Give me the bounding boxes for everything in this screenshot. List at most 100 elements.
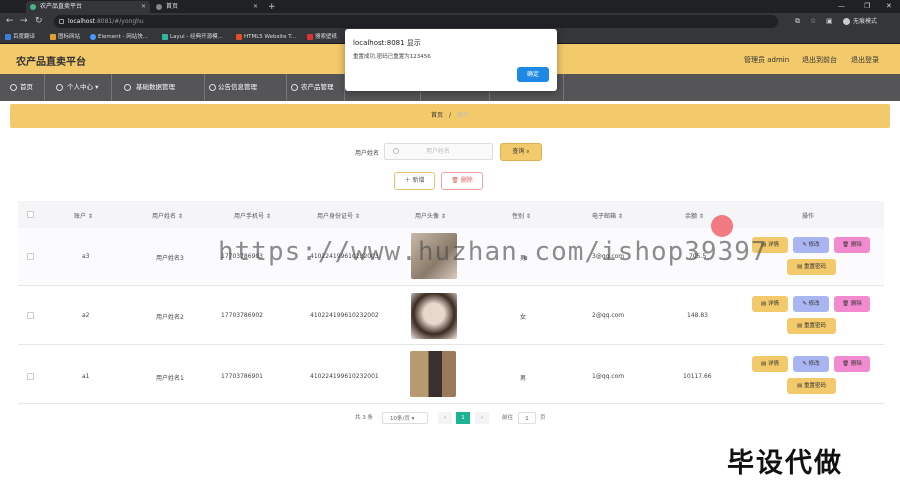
url-bar[interactable]: localhost:8081/#/yonghu <box>54 15 778 28</box>
cell-account: a1 <box>82 373 90 380</box>
dialog-ok-button[interactable]: 确定 <box>517 67 549 82</box>
search-icon <box>393 148 399 154</box>
admin-label: 管理员 admin <box>744 56 790 64</box>
col-header-idcard[interactable]: 用户身份证号 ⇕ <box>317 211 360 220</box>
detail-button[interactable]: ▤ 详情 <box>752 296 788 312</box>
nav-item-product[interactable]: 农产品管理 <box>287 74 345 101</box>
dialog-title: localhost:8081 显示 <box>353 39 421 47</box>
page-number-active[interactable]: 1 <box>456 412 470 424</box>
minimize-icon[interactable]: — <box>838 1 845 11</box>
cell-name: 用户姓名3 <box>156 255 184 262</box>
search-label: 用户姓名 <box>355 150 380 157</box>
forward-icon[interactable]: → <box>20 16 28 26</box>
bookmark-item[interactable]: 搜索壁纸 <box>307 31 337 43</box>
edit-button[interactable]: ✎ 修改 <box>793 237 829 253</box>
row-checkbox[interactable] <box>27 312 34 319</box>
pagination-total: 共 3 条 <box>355 415 373 421</box>
cell-phone: 17703786902 <box>221 312 263 319</box>
cell-email: 1@qq.com <box>592 373 625 380</box>
bookmark-icon <box>307 34 313 40</box>
search-input[interactable]: 用户姓名 <box>384 143 493 160</box>
breadcrumb-home[interactable]: 首页 <box>431 112 443 119</box>
reload-icon[interactable]: ↻ <box>35 16 43 26</box>
reset-password-button[interactable]: ▤ 重置密码 <box>787 318 836 334</box>
table-row[interactable]: a2 用户姓名2 17703786902 410224199610232002 … <box>18 287 884 345</box>
query-button[interactable]: 查询 ⌕ <box>500 143 542 161</box>
col-header-balance[interactable]: 余额 ⇕ <box>685 211 704 220</box>
edit-button[interactable]: ✎ 修改 <box>793 356 829 372</box>
incognito-icon <box>843 18 850 25</box>
goods-icon <box>291 84 298 91</box>
col-header-phone[interactable]: 用户手机号 ⇕ <box>234 211 271 220</box>
avatar <box>411 293 457 339</box>
col-header-name[interactable]: 用户姓名 ⇕ <box>152 211 183 220</box>
incognito-profile[interactable]: 无痕模式 <box>843 15 899 28</box>
edit-button[interactable]: ✎ 修改 <box>793 296 829 312</box>
cell-balance: 10117.66 <box>683 373 712 380</box>
delete-button[interactable]: 🗑 删除 <box>834 296 870 312</box>
next-page-button[interactable]: › <box>475 412 489 424</box>
extensions-icon[interactable]: ▣ <box>826 17 833 25</box>
cursor-highlight <box>711 215 733 237</box>
nav-item-profile[interactable]: 个人中心 ▾ <box>45 74 112 101</box>
delete-button[interactable]: 🗑 删除 <box>834 356 870 372</box>
col-header-gender[interactable]: 性别 ⇕ <box>512 211 531 220</box>
prev-page-button[interactable]: ‹ <box>438 412 452 424</box>
close-icon[interactable]: ✕ <box>141 1 146 13</box>
bookmark-icon <box>50 34 56 40</box>
nav-item-home[interactable]: 首页 <box>0 74 45 101</box>
col-header-actions: 操作 <box>802 213 815 220</box>
select-all-checkbox[interactable] <box>27 211 34 218</box>
add-button[interactable]: ＋ 新增 <box>394 172 435 190</box>
delete-button[interactable]: 🗑 删除 <box>834 237 870 253</box>
cell-gender: 男 <box>520 375 527 382</box>
bookmark-item[interactable]: 百度翻译 <box>5 31 35 43</box>
table-row[interactable]: a1 用户姓名1 17703786901 410224199610232001 … <box>18 346 884 404</box>
star-icon[interactable]: ☆ <box>810 17 816 25</box>
new-tab-icon[interactable]: + <box>268 1 280 13</box>
globe-icon <box>156 4 162 10</box>
bookmark-item[interactable]: 图标网站 <box>50 31 80 43</box>
translate-icon[interactable]: ⧉ <box>795 17 800 25</box>
row-checkbox[interactable] <box>27 253 34 260</box>
browser-tab[interactable]: 首页 ✕ <box>152 1 262 13</box>
breadcrumb: 首页 / 用户 <box>10 104 890 128</box>
tab-overflow[interactable] <box>0 1 8 13</box>
goto-label: 前往 <box>502 415 514 421</box>
user-icon <box>56 84 63 91</box>
maximize-icon[interactable]: ❐ <box>864 1 870 11</box>
cell-phone: 17703786901 <box>221 373 263 380</box>
row-checkbox[interactable] <box>27 373 34 380</box>
col-header-avatar[interactable]: 用户头像 ⇕ <box>415 211 446 220</box>
page-unit: 页 <box>540 415 546 421</box>
exit-front-link[interactable]: 退出到前台 <box>802 55 837 65</box>
bookmark-item[interactable]: Element - 网站快... <box>90 31 148 43</box>
reset-password-button[interactable]: ▤ 重置密码 <box>787 378 836 394</box>
nav-item-notice[interactable]: 公告信息管理 <box>205 74 287 101</box>
home-icon <box>10 84 17 91</box>
breadcrumb-current: 用户 <box>456 112 469 119</box>
logout-link[interactable]: 退出登录 <box>851 55 879 65</box>
cell-idcard: 410224199610232001 <box>310 373 379 380</box>
avatar <box>410 351 456 397</box>
back-icon[interactable]: ← <box>6 16 14 26</box>
nav-item-basedata[interactable]: 基础数据管理 <box>112 74 205 101</box>
bookmark-item[interactable]: Layui - 经典开源模... <box>162 31 223 43</box>
page-size-select[interactable]: 10条/页 ▾ <box>382 412 428 424</box>
close-icon[interactable]: ✕ <box>253 1 258 13</box>
plus-icon: ＋ <box>404 177 411 184</box>
detail-button[interactable]: ▤ 详情 <box>752 356 788 372</box>
bookmark-item[interactable]: HTML5 Website T... <box>236 31 296 43</box>
col-header-account[interactable]: 账户 ⇕ <box>74 211 93 220</box>
info-icon <box>59 19 64 24</box>
reset-password-button[interactable]: ▤ 重置密码 <box>787 259 836 275</box>
col-header-email[interactable]: 电子邮箱 ⇕ <box>592 211 623 220</box>
vue-icon <box>30 4 36 10</box>
address-bar-row: ← → ↻ localhost:8081/#/yonghu ⧉ ☆ ▣ 无痕模式 <box>0 13 900 30</box>
cell-name: 用户姓名1 <box>156 375 184 382</box>
browser-tab-active[interactable]: 农产品直卖平台 ✕ <box>26 1 150 13</box>
cell-idcard: 410224199610232002 <box>310 312 379 319</box>
batch-delete-button[interactable]: 🗑 删除 <box>441 172 483 190</box>
goto-page-input[interactable]: 1 <box>518 412 536 424</box>
close-window-icon[interactable]: ✕ <box>886 1 892 11</box>
